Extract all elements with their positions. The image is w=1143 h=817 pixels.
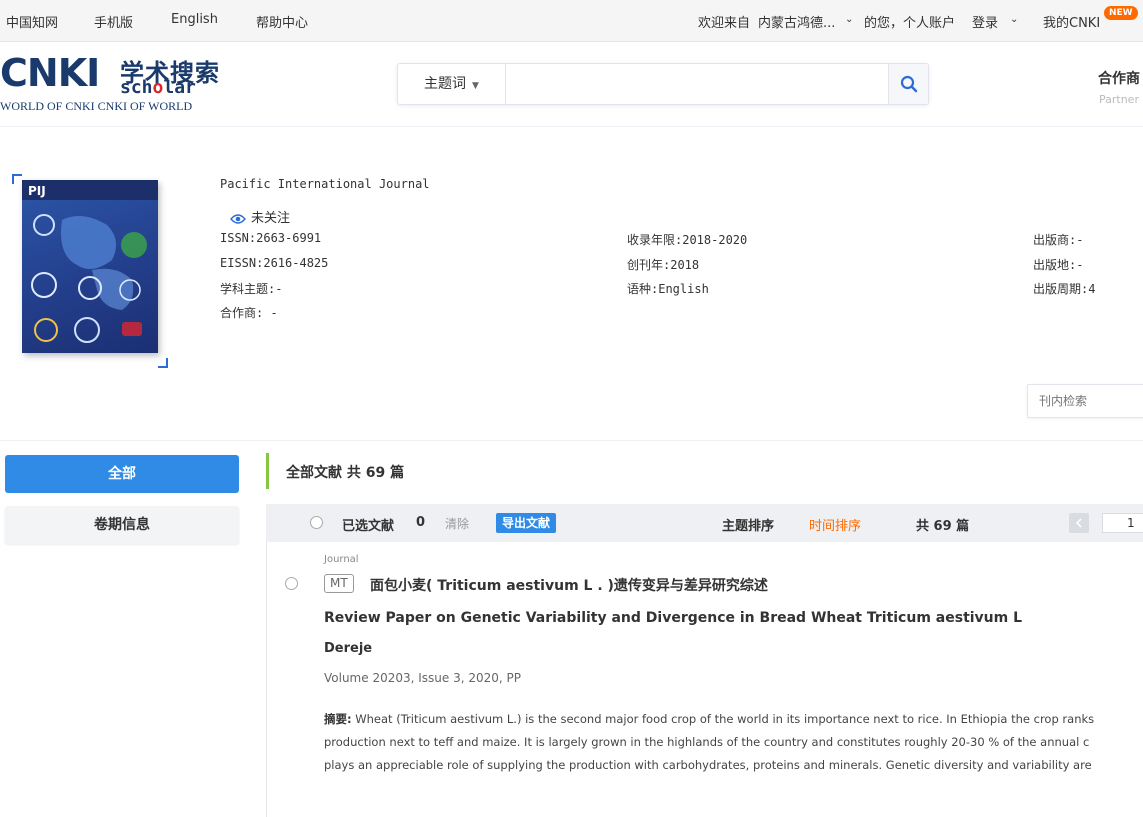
list-toolbar: 已选文献 0 清除 主题排序 时间排序 共 69 篇	[266, 504, 1143, 542]
item-title-cn[interactable]: 面包小麦( Triticum aestivum L . )遗传变异与差异研究综述	[370, 575, 768, 595]
journal-cover-image[interactable]: PIJ	[22, 180, 158, 353]
cover-title-text: PIJ	[28, 184, 46, 198]
section-divider	[0, 440, 1143, 441]
caret-down-icon: ▼	[472, 81, 479, 91]
abstract-line: 摘要: Wheat (Triticum aestivum L.) is the …	[324, 712, 1095, 726]
machine-translation-tag: MT	[324, 574, 354, 593]
item-title-en[interactable]: Review Paper on Genetic Variability and …	[324, 610, 1022, 626]
abstract-line: plays an appreciable role of supplying t…	[324, 758, 1092, 772]
frame-corner	[158, 358, 168, 368]
chevron-down-icon[interactable]: ⌄	[845, 14, 853, 25]
export-button[interactable]: 导出文献	[496, 513, 557, 533]
link-help[interactable]: 帮助中心	[256, 12, 308, 31]
publish-place: 出版地:-	[1033, 258, 1084, 272]
sort-by-time[interactable]: 时间排序	[809, 515, 861, 534]
eye-icon	[230, 214, 246, 224]
site-header: CNKI 学术搜索 scholar WORLD OF CNKI CNKI OF …	[0, 43, 1143, 127]
publisher: 出版商:-	[1033, 233, 1084, 247]
login-link[interactable]: 登录	[972, 12, 998, 31]
welcome-suffix: 的您，个人账户	[864, 16, 956, 31]
prev-page-button[interactable]	[1069, 513, 1089, 533]
item-author[interactable]: Dereje	[324, 641, 372, 656]
founded-year: 创刊年:2018	[627, 258, 700, 272]
partner-subtitle: Partner	[1099, 93, 1139, 106]
eissn: EISSN:2616-4825	[220, 256, 329, 270]
journal-title: Pacific International Journal	[220, 177, 430, 191]
language: 语种:English	[627, 282, 709, 296]
search-type-select[interactable]: 主题词 ▼	[398, 64, 506, 104]
nav-all-button[interactable]: 全部	[5, 455, 239, 493]
abstract-label: 摘要:	[324, 712, 352, 726]
follow-button[interactable]: 未关注	[230, 207, 290, 226]
total-count: 共 69 篇	[916, 519, 970, 534]
issn: ISSN:2663-6991	[220, 231, 322, 245]
page-number-input[interactable]: 1	[1102, 513, 1143, 533]
chevron-down-icon[interactable]: ⌄	[1010, 14, 1018, 25]
institution-link[interactable]: 内蒙古鸿德...	[758, 12, 835, 31]
item-type: Journal	[324, 554, 359, 565]
new-badge: NEW	[1104, 6, 1138, 20]
search-icon	[900, 75, 917, 93]
item-volume: Volume 20203, Issue 3, 2020, PP	[324, 671, 521, 685]
abstract-line: production next to teff and maize. It is…	[324, 735, 1090, 749]
my-cnki-link[interactable]: 我的CNKI	[1043, 12, 1100, 31]
logo-tagline: WORLD OF CNKI CNKI OF WORLD	[0, 99, 193, 113]
chevron-left-icon	[1075, 518, 1082, 528]
link-cnki-home[interactable]: 中国知网	[6, 12, 58, 31]
welcome-text: 欢迎来自	[698, 16, 751, 31]
selected-count: 0	[416, 515, 426, 530]
content-divider	[266, 504, 267, 817]
frame-corner	[12, 174, 22, 184]
in-journal-search-input[interactable]	[1027, 384, 1143, 418]
selected-label: 已选文献	[342, 519, 395, 534]
search-input[interactable]	[508, 66, 884, 102]
list-heading: 全部文献 共 69 篇	[286, 465, 405, 481]
item-select-radio[interactable]	[285, 577, 298, 590]
search-button[interactable]	[888, 64, 928, 104]
cover-artwork: PIJ	[22, 180, 158, 343]
nav-issue-info-button[interactable]: 卷期信息	[5, 506, 239, 544]
cnki-logo[interactable]: CNKI	[0, 51, 100, 95]
search-box: 主题词 ▼	[397, 63, 929, 105]
select-all-radio[interactable]	[310, 516, 323, 529]
link-mobile[interactable]: 手机版	[94, 12, 133, 31]
years-covered: 收录年限:2018-2020	[627, 233, 748, 247]
sort-by-topic[interactable]: 主题排序	[722, 515, 774, 534]
logo-scholar-en: scholar	[120, 77, 196, 98]
partner: 合作商: -	[220, 306, 278, 320]
clear-button[interactable]: 清除	[445, 515, 469, 532]
partner-title[interactable]: 合作商	[1098, 68, 1140, 88]
subject: 学科主题:-	[220, 282, 283, 296]
heading-accent-bar	[266, 453, 269, 489]
top-bar: 中国知网 手机版 English 帮助中心 欢迎来自 内蒙古鸿德... ⌄ 的您…	[0, 0, 1143, 42]
link-english[interactable]: English	[171, 12, 218, 27]
publish-cycle: 出版周期:4	[1033, 282, 1096, 296]
